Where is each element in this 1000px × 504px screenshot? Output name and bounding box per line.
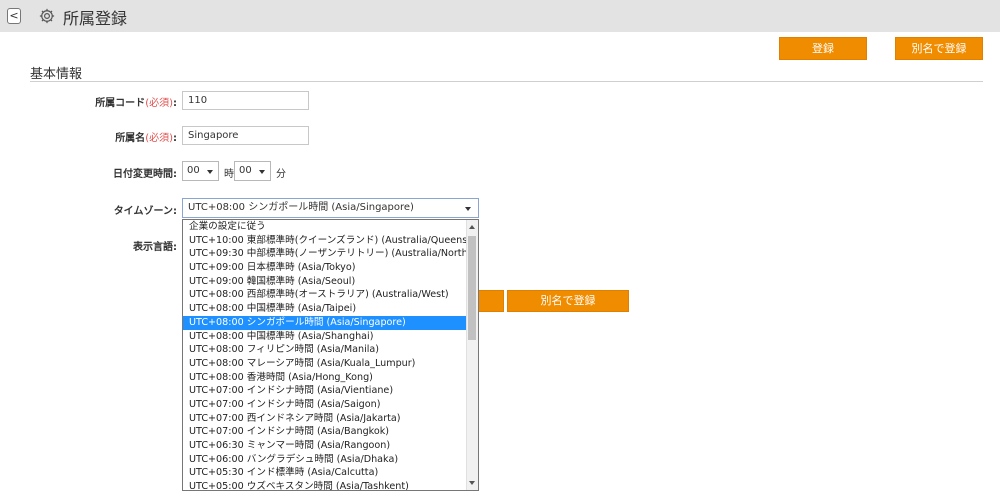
chevron-down-icon bbox=[465, 207, 471, 211]
timezone-option[interactable]: UTC+08:00 中国標準時 (Asia/Taipei) bbox=[183, 302, 478, 316]
required-mark: (必須) bbox=[145, 98, 173, 109]
register-alias-button-bottom[interactable]: 別名で登録 bbox=[507, 290, 629, 312]
page-title: 所属登録 bbox=[63, 9, 128, 28]
timezone-option[interactable]: UTC+08:00 香港時間 (Asia/Hong_Kong) bbox=[183, 371, 478, 385]
timezone-label: タイムゾーン: bbox=[113, 206, 177, 217]
section-title: 基本情報 bbox=[30, 67, 83, 82]
hour-unit: 時 bbox=[224, 169, 234, 180]
scrollbar-thumb[interactable] bbox=[468, 236, 476, 340]
timezone-option[interactable]: UTC+09:00 日本標準時 (Asia/Tokyo) bbox=[183, 261, 478, 275]
name-label: 所属名(必須): bbox=[115, 133, 177, 144]
name-input[interactable]: Singapore bbox=[182, 126, 309, 145]
code-label: 所属コード(必須): bbox=[95, 98, 177, 109]
code-input[interactable]: 110 bbox=[182, 91, 309, 110]
timezone-option[interactable]: UTC+10:00 東部標準時(クイーンズランド) (Australia/Que… bbox=[183, 234, 478, 248]
timezone-option[interactable]: UTC+07:00 西インドネシア時間 (Asia/Jakarta) bbox=[183, 412, 478, 426]
gear-icon bbox=[39, 8, 55, 24]
scroll-up-icon bbox=[469, 225, 475, 229]
register-alias-button[interactable]: 別名で登録 bbox=[895, 37, 983, 60]
timezone-option[interactable]: 企業の設定に従う bbox=[183, 220, 478, 234]
timezone-option[interactable]: UTC+09:00 韓国標準時 (Asia/Seoul) bbox=[183, 275, 478, 289]
minute-select[interactable]: 00 bbox=[234, 161, 271, 181]
scroll-down-icon bbox=[469, 481, 475, 485]
header-bar: < 所属登録 bbox=[0, 0, 1000, 32]
time-label: 日付変更時間: bbox=[113, 169, 177, 180]
timezone-option[interactable]: UTC+06:30 ミャンマー時間 (Asia/Rangoon) bbox=[183, 439, 478, 453]
hour-select[interactable]: 00 bbox=[182, 161, 219, 181]
timezone-option[interactable]: UTC+08:00 マレーシア時間 (Asia/Kuala_Lumpur) bbox=[183, 357, 478, 371]
register-button-bottom[interactable] bbox=[478, 290, 504, 312]
chevron-down-icon bbox=[259, 170, 265, 174]
language-label: 表示言語: bbox=[133, 242, 177, 253]
required-mark: (必須) bbox=[145, 133, 173, 144]
timezone-select[interactable]: UTC+08:00 シンガポール時間 (Asia/Singapore) bbox=[182, 198, 479, 218]
timezone-option[interactable]: UTC+06:00 バングラデシュ時間 (Asia/Dhaka) bbox=[183, 453, 478, 467]
timezone-option[interactable]: UTC+09:30 中部標準時(ノーザンテリトリー) (Australia/No… bbox=[183, 247, 478, 261]
timezone-dropdown-list[interactable]: 企業の設定に従う UTC+10:00 東部標準時(クイーンズランド) (Austr… bbox=[182, 219, 479, 491]
timezone-option[interactable]: UTC+07:00 インドシナ時間 (Asia/Saigon) bbox=[183, 398, 478, 412]
back-icon[interactable]: < bbox=[7, 8, 21, 24]
timezone-option[interactable]: UTC+08:00 フィリピン時間 (Asia/Manila) bbox=[183, 343, 478, 357]
minute-unit: 分 bbox=[276, 169, 286, 180]
register-button[interactable]: 登録 bbox=[779, 37, 867, 60]
timezone-option[interactable]: UTC+05:30 インド標準時 (Asia/Calcutta) bbox=[183, 466, 478, 480]
timezone-option[interactable]: UTC+08:00 西部標準時(オーストラリア) (Australia/West… bbox=[183, 288, 478, 302]
chevron-down-icon bbox=[207, 170, 213, 174]
timezone-option[interactable]: UTC+05:00 ウズベキスタン時間 (Asia/Tashkent) bbox=[183, 480, 478, 490]
timezone-option[interactable]: UTC+08:00 中国標準時 (Asia/Shanghai) bbox=[183, 330, 478, 344]
timezone-option[interactable]: UTC+07:00 インドシナ時間 (Asia/Bangkok) bbox=[183, 425, 478, 439]
timezone-option[interactable]: UTC+07:00 インドシナ時間 (Asia/Vientiane) bbox=[183, 384, 478, 398]
section-divider bbox=[30, 81, 983, 82]
timezone-option[interactable]: UTC+08:00 シンガポール時間 (Asia/Singapore) bbox=[183, 315, 478, 330]
scrollbar[interactable] bbox=[466, 220, 478, 490]
